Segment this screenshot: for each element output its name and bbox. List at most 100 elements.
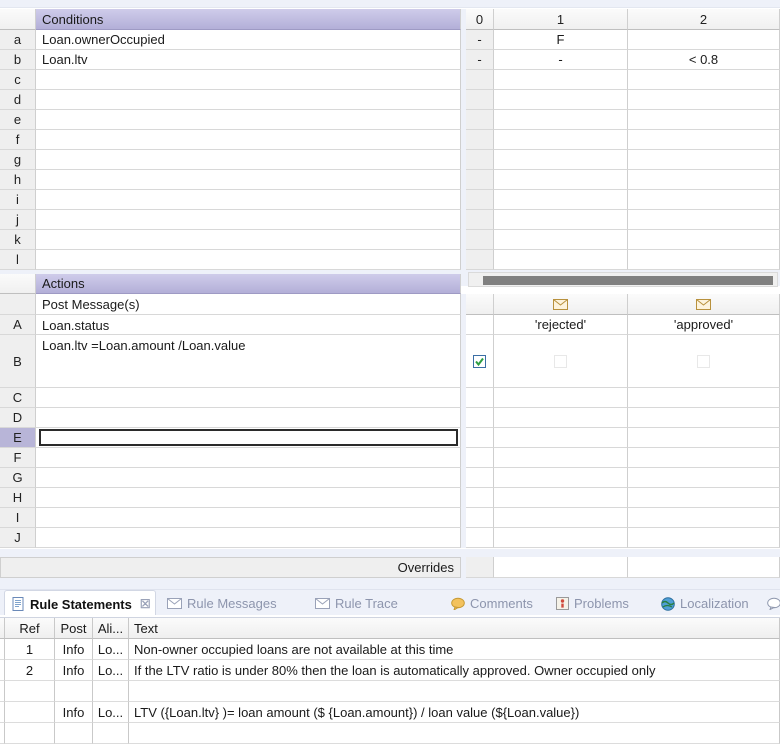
statement-text-1[interactable]: If the LTV ratio is under 80% then the l… [129,660,780,681]
condition-cell-l-2[interactable] [628,250,780,270]
action-expression-D[interactable] [36,408,461,428]
condition-cell-d-0[interactable] [466,90,494,110]
condition-cell-f-0[interactable] [466,130,494,150]
statement-text-4[interactable] [129,723,780,744]
condition-row-header-k[interactable]: k [0,230,36,250]
statement-text-3[interactable]: LTV ({Loan.ltv} )= loan amount ($ {Loan.… [129,702,780,723]
condition-cell-b-1[interactable]: - [494,50,628,70]
action-row-header-J[interactable]: J [0,528,36,548]
tab-rule-messages[interactable]: Rule Messages [160,590,306,617]
action-enable-cell-H[interactable] [466,488,494,508]
condition-expression-i[interactable] [36,190,461,210]
condition-row-header-h[interactable]: h [0,170,36,190]
action-column-header-1[interactable] [494,294,628,315]
condition-cell-j-2[interactable] [628,210,780,230]
condition-expression-l[interactable] [36,250,461,270]
condition-row-header-l[interactable]: l [0,250,36,270]
action-cell-J-2[interactable] [628,528,780,548]
statements-column-header-ali[interactable]: Ali... [93,618,129,639]
condition-column-header-1[interactable]: 1 [494,9,628,30]
condition-cell-e-2[interactable] [628,110,780,130]
statement-ref-3[interactable] [5,702,55,723]
action-cell-D-1[interactable] [494,408,628,428]
action-enable-cell-I[interactable] [466,508,494,528]
checkbox-checked-icon[interactable] [473,355,486,368]
tab-rule-trace[interactable]: Rule Trace [308,590,442,617]
action-row-header-A[interactable]: A [0,315,36,335]
action-enable-cell-E[interactable] [466,428,494,448]
condition-column-header-2[interactable]: 2 [628,9,780,30]
statement-ref-0[interactable]: 1 [5,639,55,660]
action-row-header-D[interactable]: D [0,408,36,428]
condition-cell-i-1[interactable] [494,190,628,210]
condition-cell-l-0[interactable] [466,250,494,270]
condition-cell-k-2[interactable] [628,230,780,250]
condition-row-header-b[interactable]: b [0,50,36,70]
tab-rule-statements[interactable]: Rule Statements☒ [4,590,156,617]
condition-cell-g-0[interactable] [466,150,494,170]
condition-cell-c-0[interactable] [466,70,494,90]
condition-expression-e[interactable] [36,110,461,130]
action-row-header-C[interactable]: C [0,388,36,408]
condition-expression-b[interactable]: Loan.ltv [36,50,461,70]
overrides-cell-0[interactable] [466,557,494,578]
condition-expression-f[interactable] [36,130,461,150]
condition-cell-h-0[interactable] [466,170,494,190]
statements-column-header-post[interactable]: Post [55,618,93,639]
action-expression-C[interactable] [36,388,461,408]
scrollbar-thumb[interactable] [483,276,773,285]
action-expression-editor[interactable] [39,429,458,446]
close-icon[interactable]: ☒ [140,597,151,611]
action-row-header-B[interactable]: B [0,335,36,388]
checkbox-unchecked-icon[interactable] [697,355,710,368]
condition-cell-a-1[interactable]: F [494,30,628,50]
overrides-cell-2[interactable] [628,557,780,578]
condition-row-header-a[interactable]: a [0,30,36,50]
condition-cell-c-1[interactable] [494,70,628,90]
condition-cell-g-2[interactable] [628,150,780,170]
action-enable-cell-C[interactable] [466,388,494,408]
statements-column-header-text[interactable]: Text [129,618,780,639]
condition-cell-e-1[interactable] [494,110,628,130]
condition-cell-a-2[interactable] [628,30,780,50]
statement-alias-1[interactable]: Lo... [93,660,129,681]
action-row-header-I[interactable]: I [0,508,36,528]
condition-column-header-0[interactable]: 0 [466,9,494,30]
action-cell-I-1[interactable] [494,508,628,528]
action-expression-I[interactable] [36,508,461,528]
condition-row-header-g[interactable]: g [0,150,36,170]
action-col-0-header[interactable] [466,294,494,315]
action-cell-F-1[interactable] [494,448,628,468]
action-expression-J[interactable] [36,528,461,548]
condition-row-header-i[interactable]: i [0,190,36,210]
statement-ref-4[interactable] [5,723,55,744]
condition-cell-k-0[interactable] [466,230,494,250]
condition-cell-g-1[interactable] [494,150,628,170]
condition-cell-i-2[interactable] [628,190,780,210]
action-enable-cell-D[interactable] [466,408,494,428]
statement-post-3[interactable]: Info [55,702,93,723]
statement-alias-3[interactable]: Lo... [93,702,129,723]
condition-expression-a[interactable]: Loan.ownerOccupied [36,30,461,50]
statement-text-0[interactable]: Non-owner occupied loans are not availab… [129,639,780,660]
tab-localization[interactable]: Localization [654,590,758,617]
overrides-cell-1[interactable] [494,557,628,578]
statement-alias-2[interactable] [93,681,129,702]
action-row-header-H[interactable]: H [0,488,36,508]
condition-cell-j-0[interactable] [466,210,494,230]
action-expression-F[interactable] [36,448,461,468]
action-cell-D-2[interactable] [628,408,780,428]
statement-post-1[interactable]: Info [55,660,93,681]
tab-problems[interactable]: Problems [549,590,652,617]
statement-post-0[interactable]: Info [55,639,93,660]
action-cell-E-1[interactable] [494,428,628,448]
action-expression-A[interactable]: Loan.status [36,315,461,335]
action-row-header-E[interactable]: E [0,428,36,448]
condition-cell-f-2[interactable] [628,130,780,150]
condition-row-header-f[interactable]: f [0,130,36,150]
condition-expression-g[interactable] [36,150,461,170]
statement-post-2[interactable] [55,681,93,702]
condition-cell-l-1[interactable] [494,250,628,270]
action-cell-H-1[interactable] [494,488,628,508]
condition-cell-b-2[interactable]: < 0.8 [628,50,780,70]
